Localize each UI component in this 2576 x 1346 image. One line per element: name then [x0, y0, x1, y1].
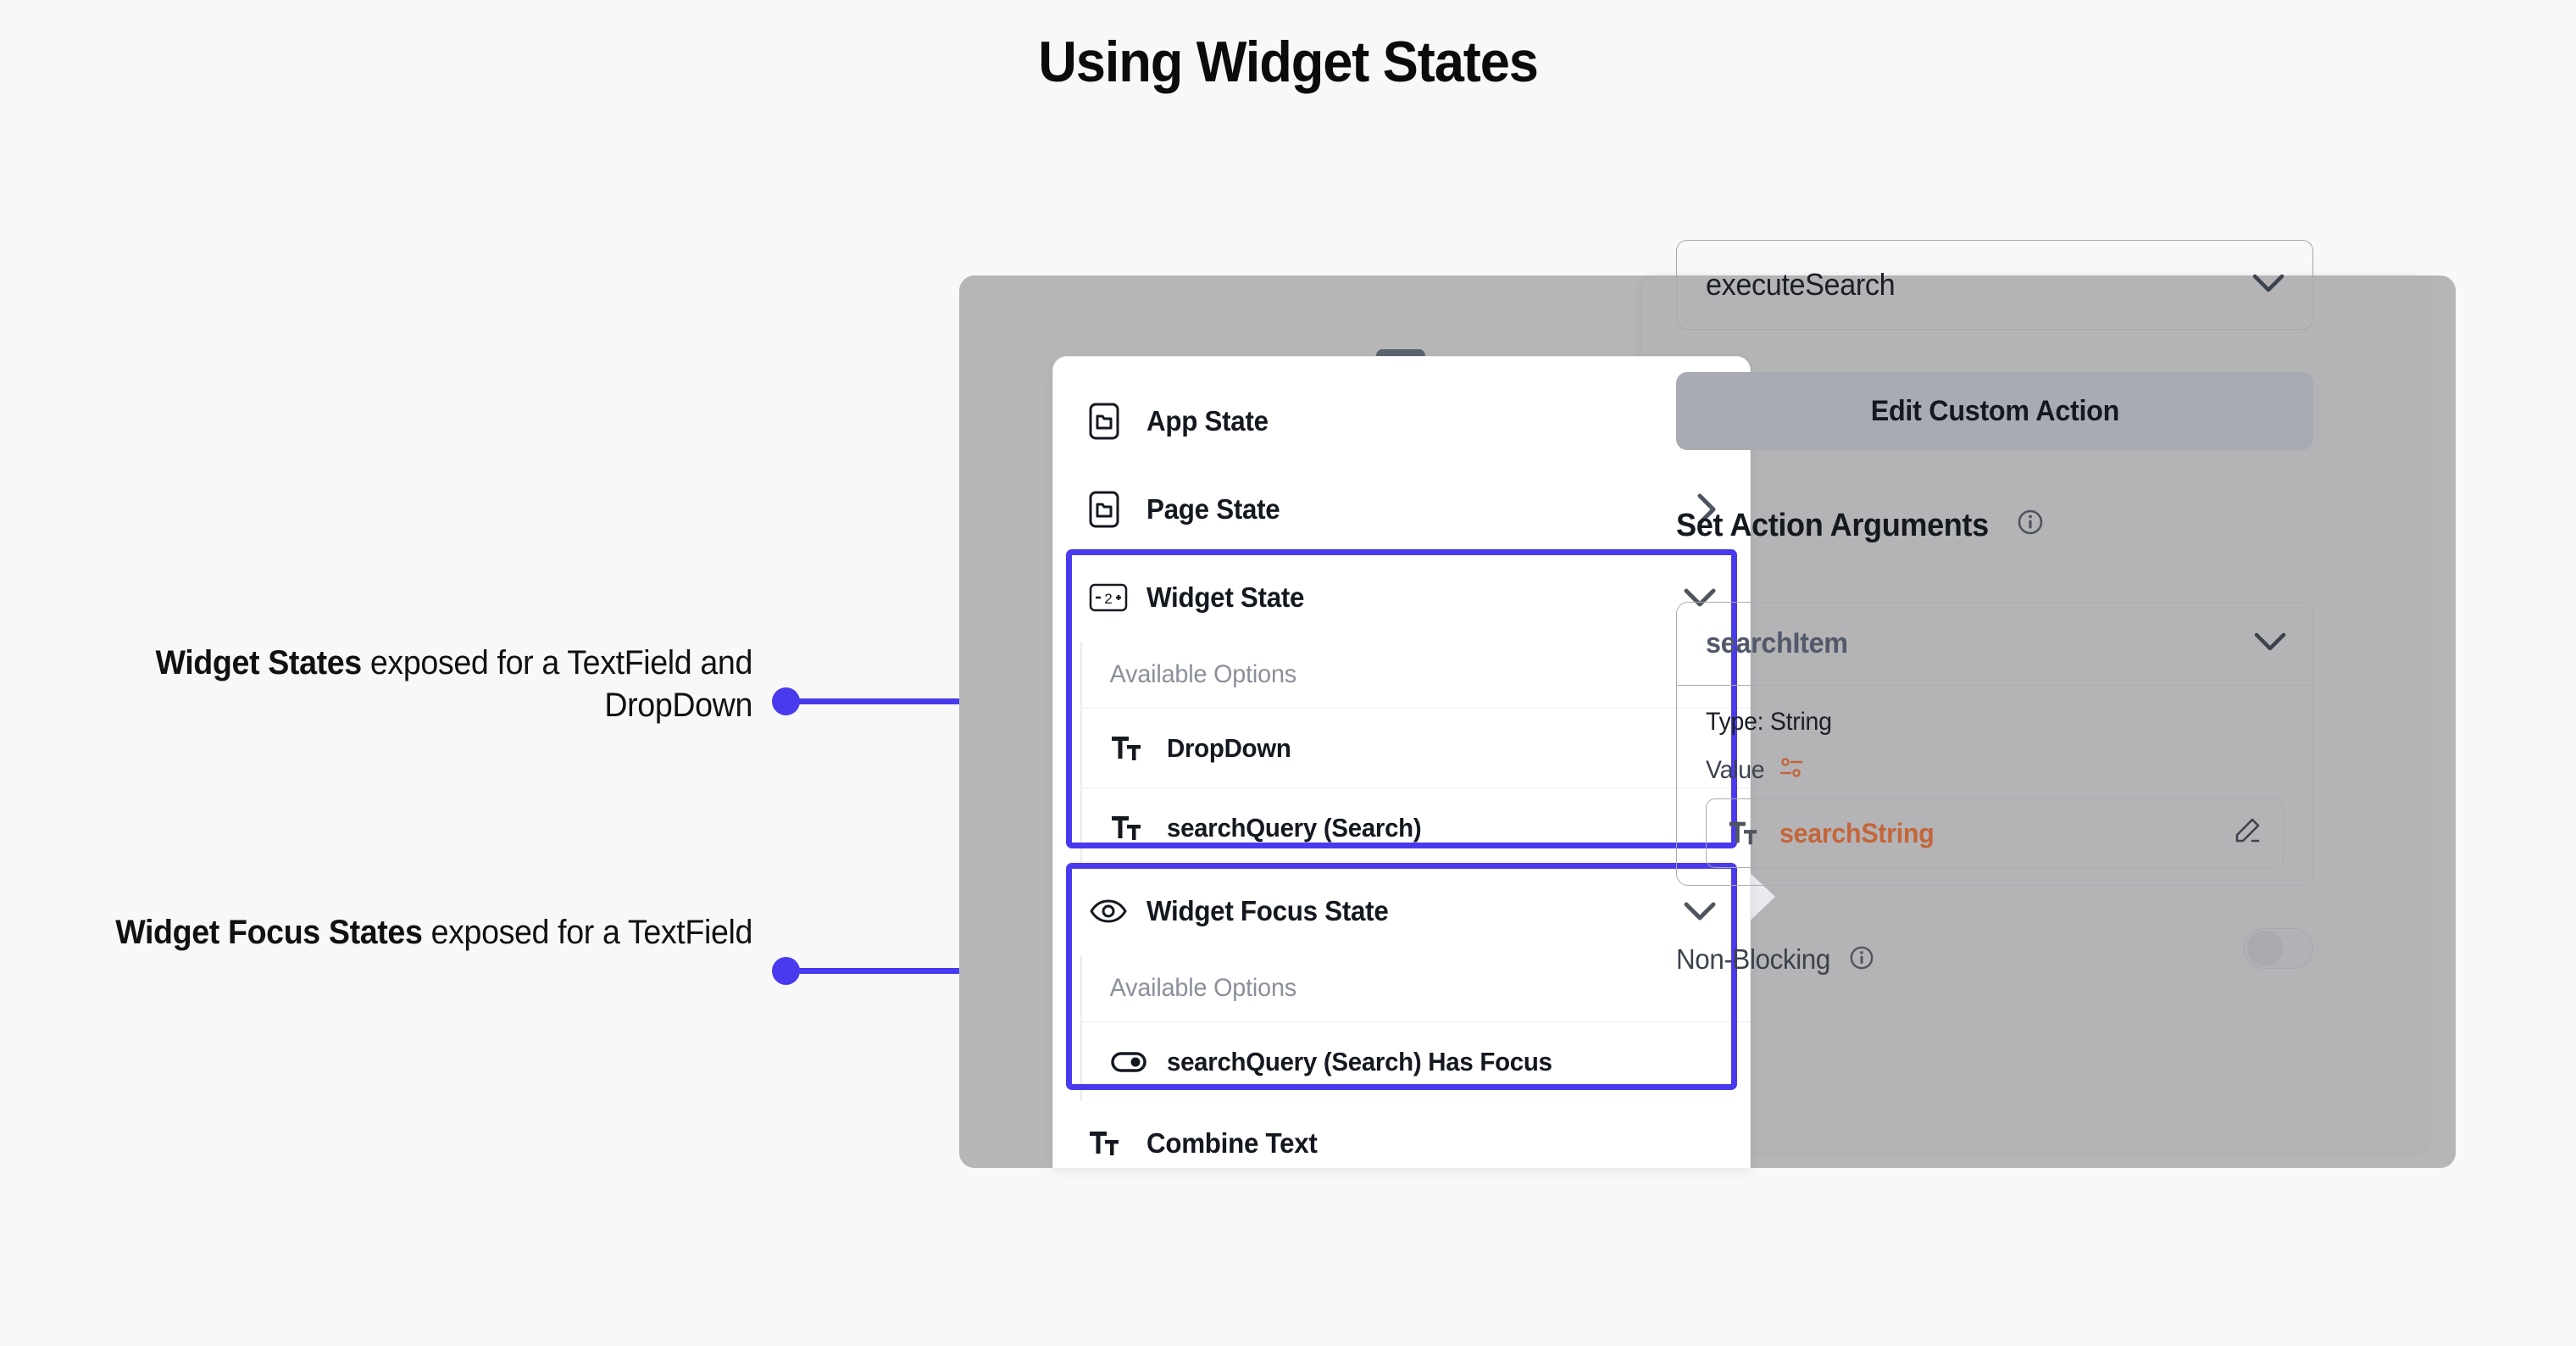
action-select[interactable]: executeSearch [1676, 240, 2313, 330]
chevron-down-icon[interactable] [2251, 630, 2289, 658]
annotation-widget-focus-states: Widget Focus States exposed for a TextFi… [93, 911, 752, 954]
argument-value-row: Value [1706, 755, 2284, 785]
annotation-widget-states: Widget States exposed for a TextField an… [93, 642, 752, 727]
text-field-icon [1111, 812, 1148, 844]
option-label: searchQuery (Search) Has Focus [1167, 1046, 1552, 1076]
edit-custom-action-button[interactable]: Edit Custom Action [1676, 372, 2313, 450]
phone-state-icon [1089, 403, 1128, 440]
non-blocking-label: Non-Blocking [1676, 943, 1830, 975]
option-label: searchQuery (Search) [1167, 812, 1422, 843]
info-icon[interactable] [1849, 945, 1874, 975]
argument-value-text: searchString [1779, 817, 1935, 848]
non-blocking-toggle[interactable] [2244, 928, 2313, 969]
non-blocking-row: Non-Blocking [1676, 928, 2313, 989]
eye-icon [1089, 898, 1128, 924]
svg-text:2: 2 [1104, 591, 1112, 607]
argument-name: searchItem [1706, 627, 1848, 659]
text-field-icon [1089, 1127, 1128, 1160]
argument-type: Type: String [1706, 708, 1832, 736]
set-action-arguments-heading: Set Action Arguments [1676, 508, 2044, 544]
argument-body: Type: String Value searchString [1677, 686, 2312, 868]
row-label: Widget State [1146, 581, 1305, 613]
argument-card: searchItem Type: String Value searchStri… [1676, 602, 2313, 886]
screenshot-root: Using Widget States Widget States expose… [0, 0, 2576, 1346]
available-options-label: Available Options [1109, 974, 1297, 1002]
row-label: Combine Text [1146, 1127, 1318, 1159]
action-select-value: executeSearch [1706, 267, 1896, 302]
text-field-icon [1729, 818, 1764, 848]
variable-settings-icon[interactable] [1779, 755, 1804, 785]
annotation-2-strong: Widget Focus States [115, 914, 423, 951]
row-label: Widget Focus State [1146, 895, 1389, 926]
argument-value-field[interactable]: searchString [1706, 798, 2284, 868]
pencil-icon[interactable] [2230, 815, 2262, 852]
edit-custom-action-label: Edit Custom Action [1870, 394, 2119, 427]
annotation-1-strong: Widget States [155, 644, 362, 681]
toggle-icon [1111, 1051, 1148, 1073]
toggle-knob [2247, 931, 2283, 966]
available-options-label: Available Options [1109, 660, 1297, 688]
section-heading-label: Set Action Arguments [1676, 508, 1989, 543]
counter-minus-2-plus-icon: 2 [1089, 583, 1128, 612]
option-label: DropDown [1167, 732, 1291, 763]
properties-panel: executeSearch Edit Custom Action Set Act… [1642, 240, 2429, 1153]
annotation-2-rest: exposed for a TextField [422, 914, 753, 951]
info-icon[interactable] [2017, 508, 2044, 544]
row-label: Page State [1146, 493, 1280, 525]
chevron-down-icon[interactable] [2250, 271, 2287, 299]
argument-select[interactable]: searchItem [1677, 603, 2312, 686]
argument-value-label: Value [1706, 755, 1765, 784]
row-label: App State [1146, 405, 1269, 437]
text-field-icon [1111, 732, 1148, 765]
phone-state-icon [1089, 491, 1128, 528]
page-title: Using Widget States [1038, 30, 1539, 94]
annotation-1-rest: exposed for a TextField and DropDown [361, 644, 752, 725]
